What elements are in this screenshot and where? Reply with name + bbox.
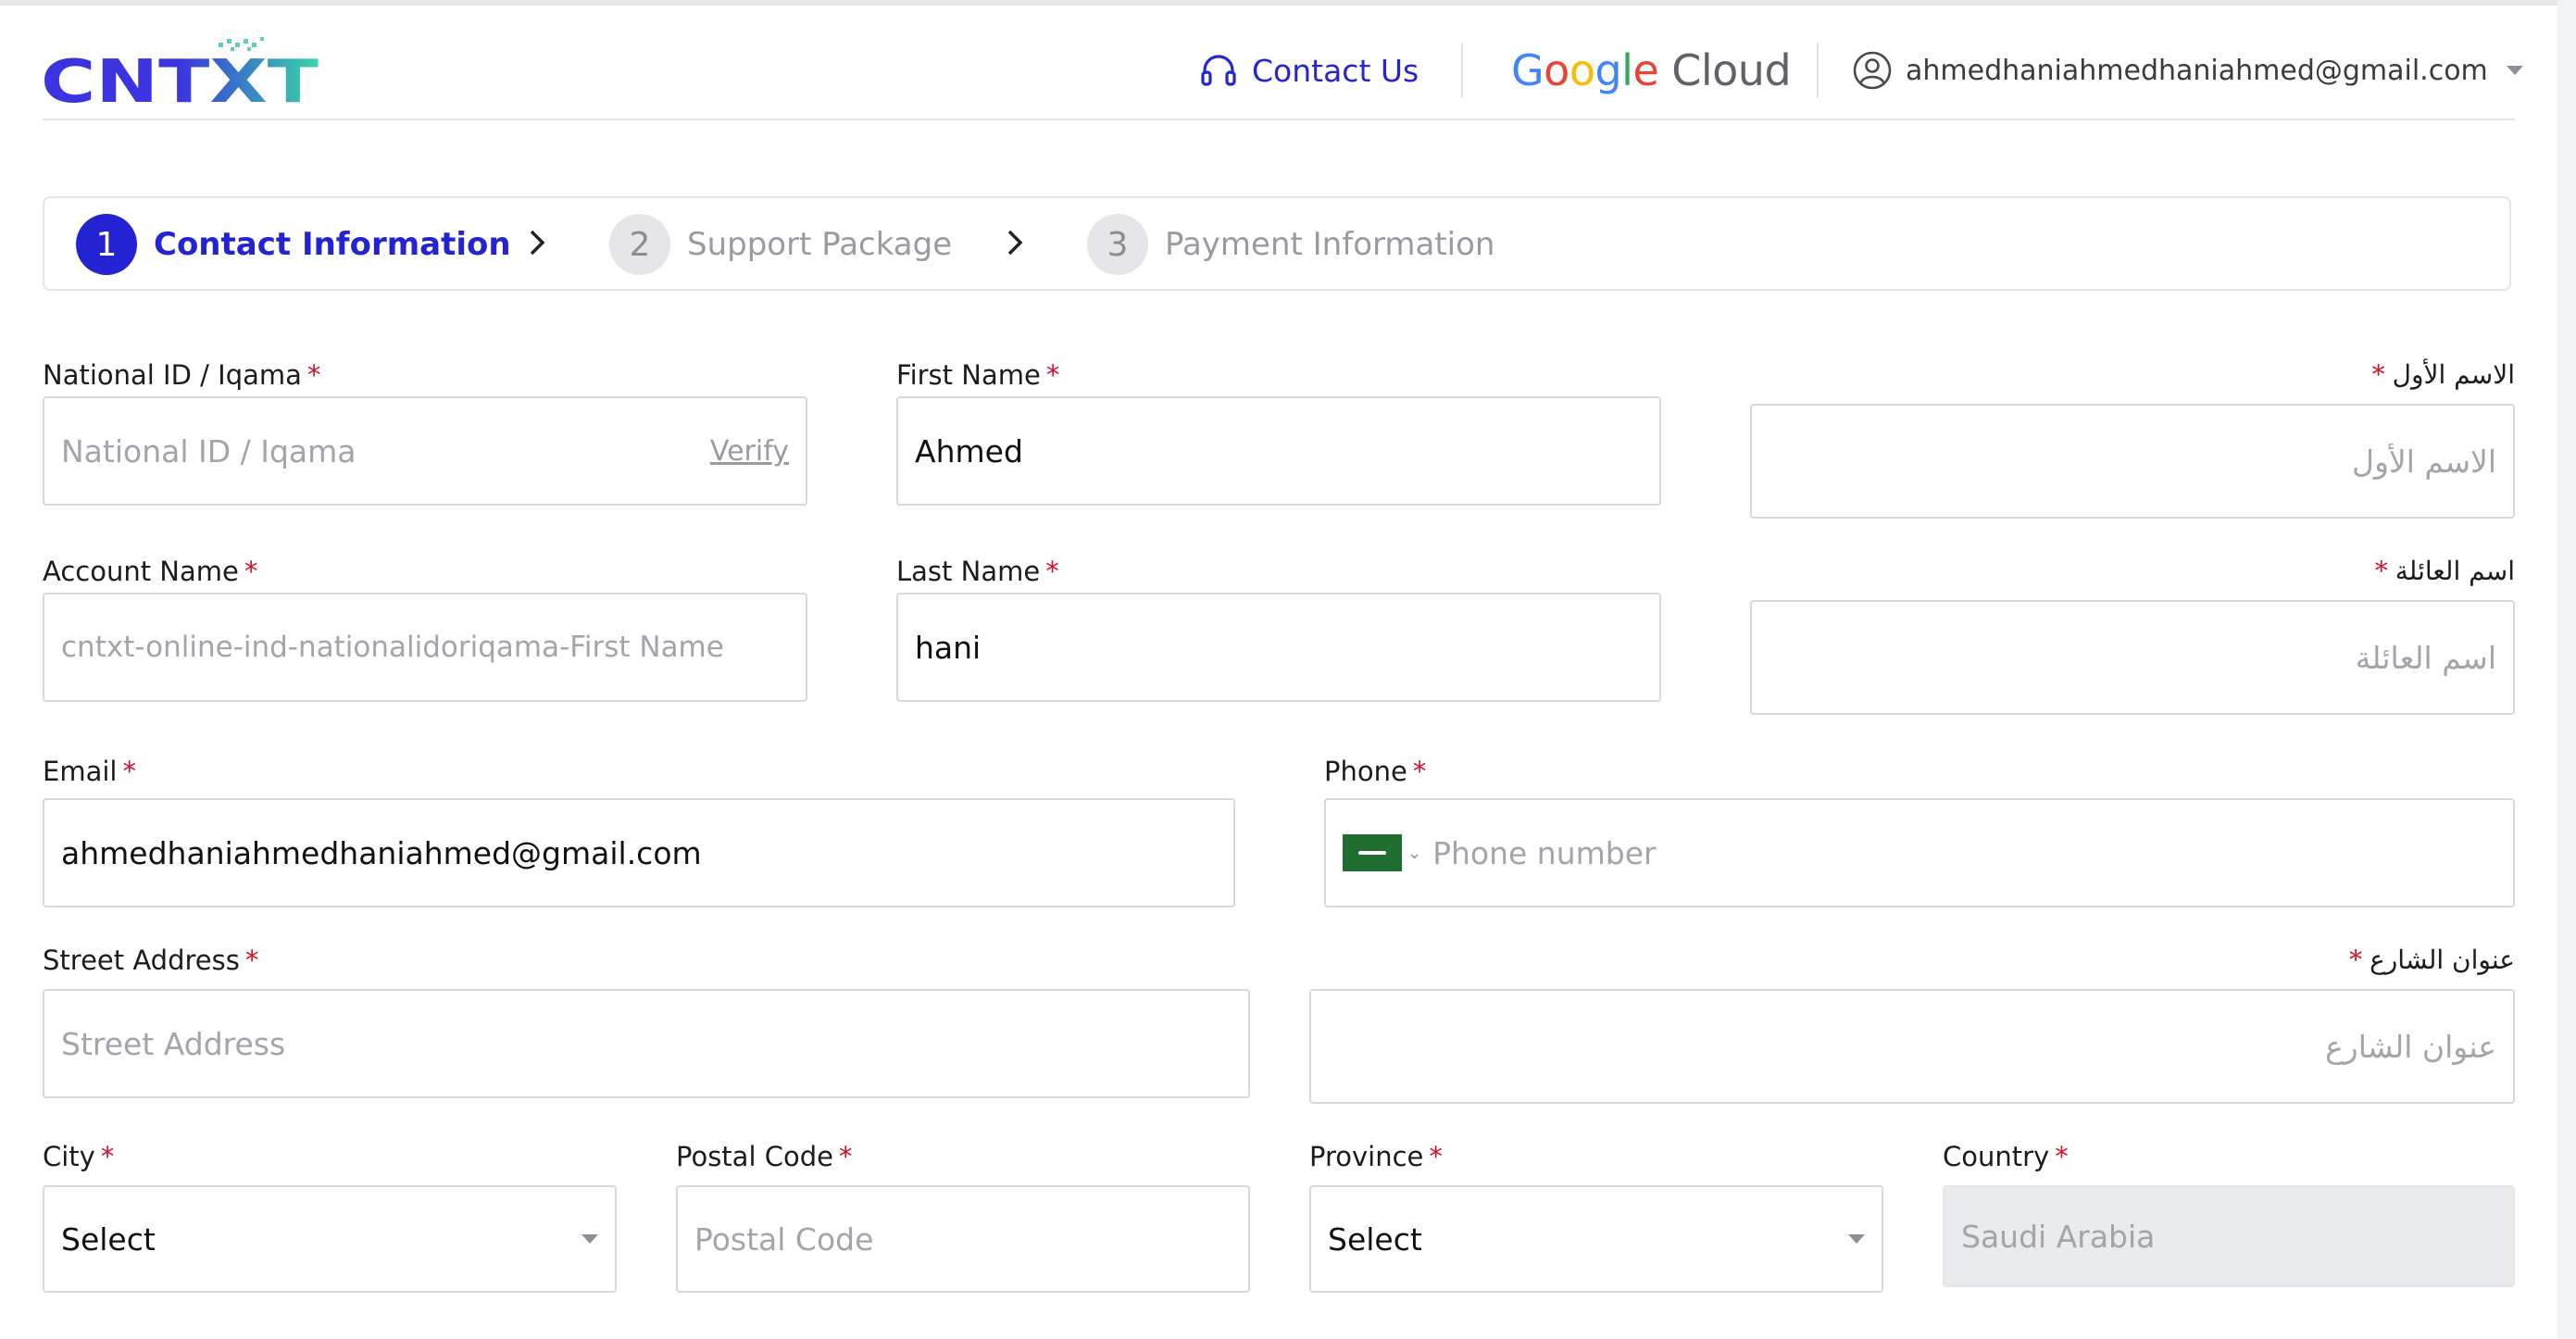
email-label: Email * bbox=[43, 756, 136, 787]
phone-field[interactable]: ⌄ bbox=[1324, 798, 2515, 907]
postal-code-label: Postal Code * bbox=[676, 1141, 853, 1172]
step-payment-information[interactable]: 3 Payment Information bbox=[1087, 214, 1495, 275]
google-letter: G bbox=[1511, 45, 1544, 95]
checkout-stepper: 1 Contact Information 2 Support Package … bbox=[43, 196, 2511, 291]
top-border bbox=[0, 0, 2576, 6]
google-letter: l bbox=[1621, 45, 1633, 95]
step-number: 1 bbox=[76, 214, 137, 275]
email-field[interactable] bbox=[43, 798, 1235, 907]
last-name-ar-label: اسم العائلة* bbox=[2374, 556, 2515, 586]
first-name-ar-label: الاسم الأول* bbox=[2371, 359, 2515, 390]
street-address-input[interactable] bbox=[61, 1025, 1232, 1062]
national-id-input[interactable] bbox=[61, 432, 699, 469]
header-separator bbox=[1461, 43, 1463, 98]
header-divider bbox=[43, 119, 2515, 120]
postal-code-field[interactable] bbox=[676, 1185, 1250, 1293]
google-wordmark: Google bbox=[1511, 45, 1659, 95]
chevron-right-icon bbox=[530, 230, 545, 256]
step-label: Payment Information bbox=[1165, 226, 1495, 263]
last-name-field[interactable] bbox=[896, 593, 1661, 702]
first-name-label: First Name * bbox=[896, 359, 1060, 391]
last-name-input[interactable] bbox=[915, 629, 1643, 666]
first-name-field[interactable] bbox=[896, 396, 1661, 506]
account-name-field[interactable] bbox=[43, 593, 807, 702]
step-support-package[interactable]: 2 Support Package bbox=[609, 214, 953, 275]
verify-link[interactable]: Verify bbox=[710, 435, 789, 468]
street-address-ar-input[interactable] bbox=[1328, 1028, 2496, 1065]
caret-down-icon bbox=[1848, 1234, 1865, 1244]
step-number: 3 bbox=[1087, 214, 1148, 275]
cntxt-logo[interactable]: CNTXT bbox=[41, 35, 328, 109]
google-letter: o bbox=[1544, 45, 1569, 95]
first-name-ar-field[interactable] bbox=[1750, 404, 2515, 519]
country-field bbox=[1943, 1185, 2515, 1287]
country-label: Country * bbox=[1943, 1141, 2069, 1172]
last-name-ar-field[interactable] bbox=[1750, 600, 2515, 715]
country-input bbox=[1961, 1218, 2496, 1255]
caret-down-icon bbox=[581, 1234, 598, 1244]
step-label: Support Package bbox=[687, 226, 953, 263]
last-name-label: Last Name * bbox=[896, 556, 1059, 587]
province-select-value: Select bbox=[1328, 1220, 1422, 1258]
caret-down-icon bbox=[2506, 66, 2523, 75]
national-id-field[interactable]: Verify bbox=[43, 396, 807, 506]
saudi-arabia-flag-icon[interactable] bbox=[1343, 834, 1402, 871]
step-label: Contact Information bbox=[154, 226, 511, 263]
street-address-ar-field[interactable] bbox=[1309, 989, 2515, 1104]
city-select[interactable]: Select bbox=[43, 1185, 617, 1293]
google-letter: e bbox=[1632, 45, 1659, 95]
phone-label: Phone * bbox=[1324, 756, 1427, 787]
google-letter: o bbox=[1569, 45, 1595, 95]
national-id-label: National ID / Iqama * bbox=[43, 359, 321, 391]
step-contact-information[interactable]: 1 Contact Information bbox=[76, 214, 511, 275]
first-name-input[interactable] bbox=[915, 432, 1643, 469]
google-cloud-logo: Google Cloud bbox=[1511, 41, 1792, 100]
headset-icon bbox=[1201, 55, 1236, 86]
google-letter: g bbox=[1594, 45, 1622, 95]
user-circle-icon bbox=[1853, 51, 1892, 90]
contact-us-label: Contact Us bbox=[1252, 52, 1419, 89]
city-label: City * bbox=[43, 1141, 115, 1172]
postal-code-input[interactable] bbox=[694, 1220, 1232, 1258]
account-name-input[interactable] bbox=[61, 631, 789, 664]
svg-text:CNTXT: CNTXT bbox=[41, 48, 319, 109]
street-address-ar-label: عنوان الشارع* bbox=[2349, 945, 2515, 975]
street-address-field[interactable] bbox=[43, 989, 1250, 1098]
email-input[interactable] bbox=[61, 834, 1217, 871]
step-number: 2 bbox=[609, 214, 670, 275]
last-name-ar-input[interactable] bbox=[1769, 639, 2496, 676]
contact-us-link[interactable]: Contact Us bbox=[1200, 46, 1419, 94]
first-name-ar-input[interactable] bbox=[1769, 443, 2496, 480]
province-label: Province * bbox=[1309, 1141, 1443, 1172]
street-address-label: Street Address * bbox=[43, 945, 259, 976]
account-name-label: Account Name * bbox=[43, 556, 258, 587]
city-select-value: Select bbox=[61, 1220, 156, 1258]
header-separator bbox=[1817, 43, 1819, 98]
phone-input[interactable] bbox=[1432, 834, 2496, 871]
chevron-right-icon bbox=[1007, 230, 1023, 256]
chevron-down-icon[interactable]: ⌄ bbox=[1407, 844, 1421, 863]
page-edge bbox=[2557, 0, 2576, 1339]
user-email: ahmedhaniahmedhaniahmed@gmail.com bbox=[1906, 54, 2488, 87]
cloud-wordmark: Cloud bbox=[1671, 45, 1792, 95]
user-menu[interactable]: ahmedhaniahmedhaniahmed@gmail.com bbox=[1852, 44, 2523, 96]
province-select[interactable]: Select bbox=[1309, 1185, 1883, 1293]
